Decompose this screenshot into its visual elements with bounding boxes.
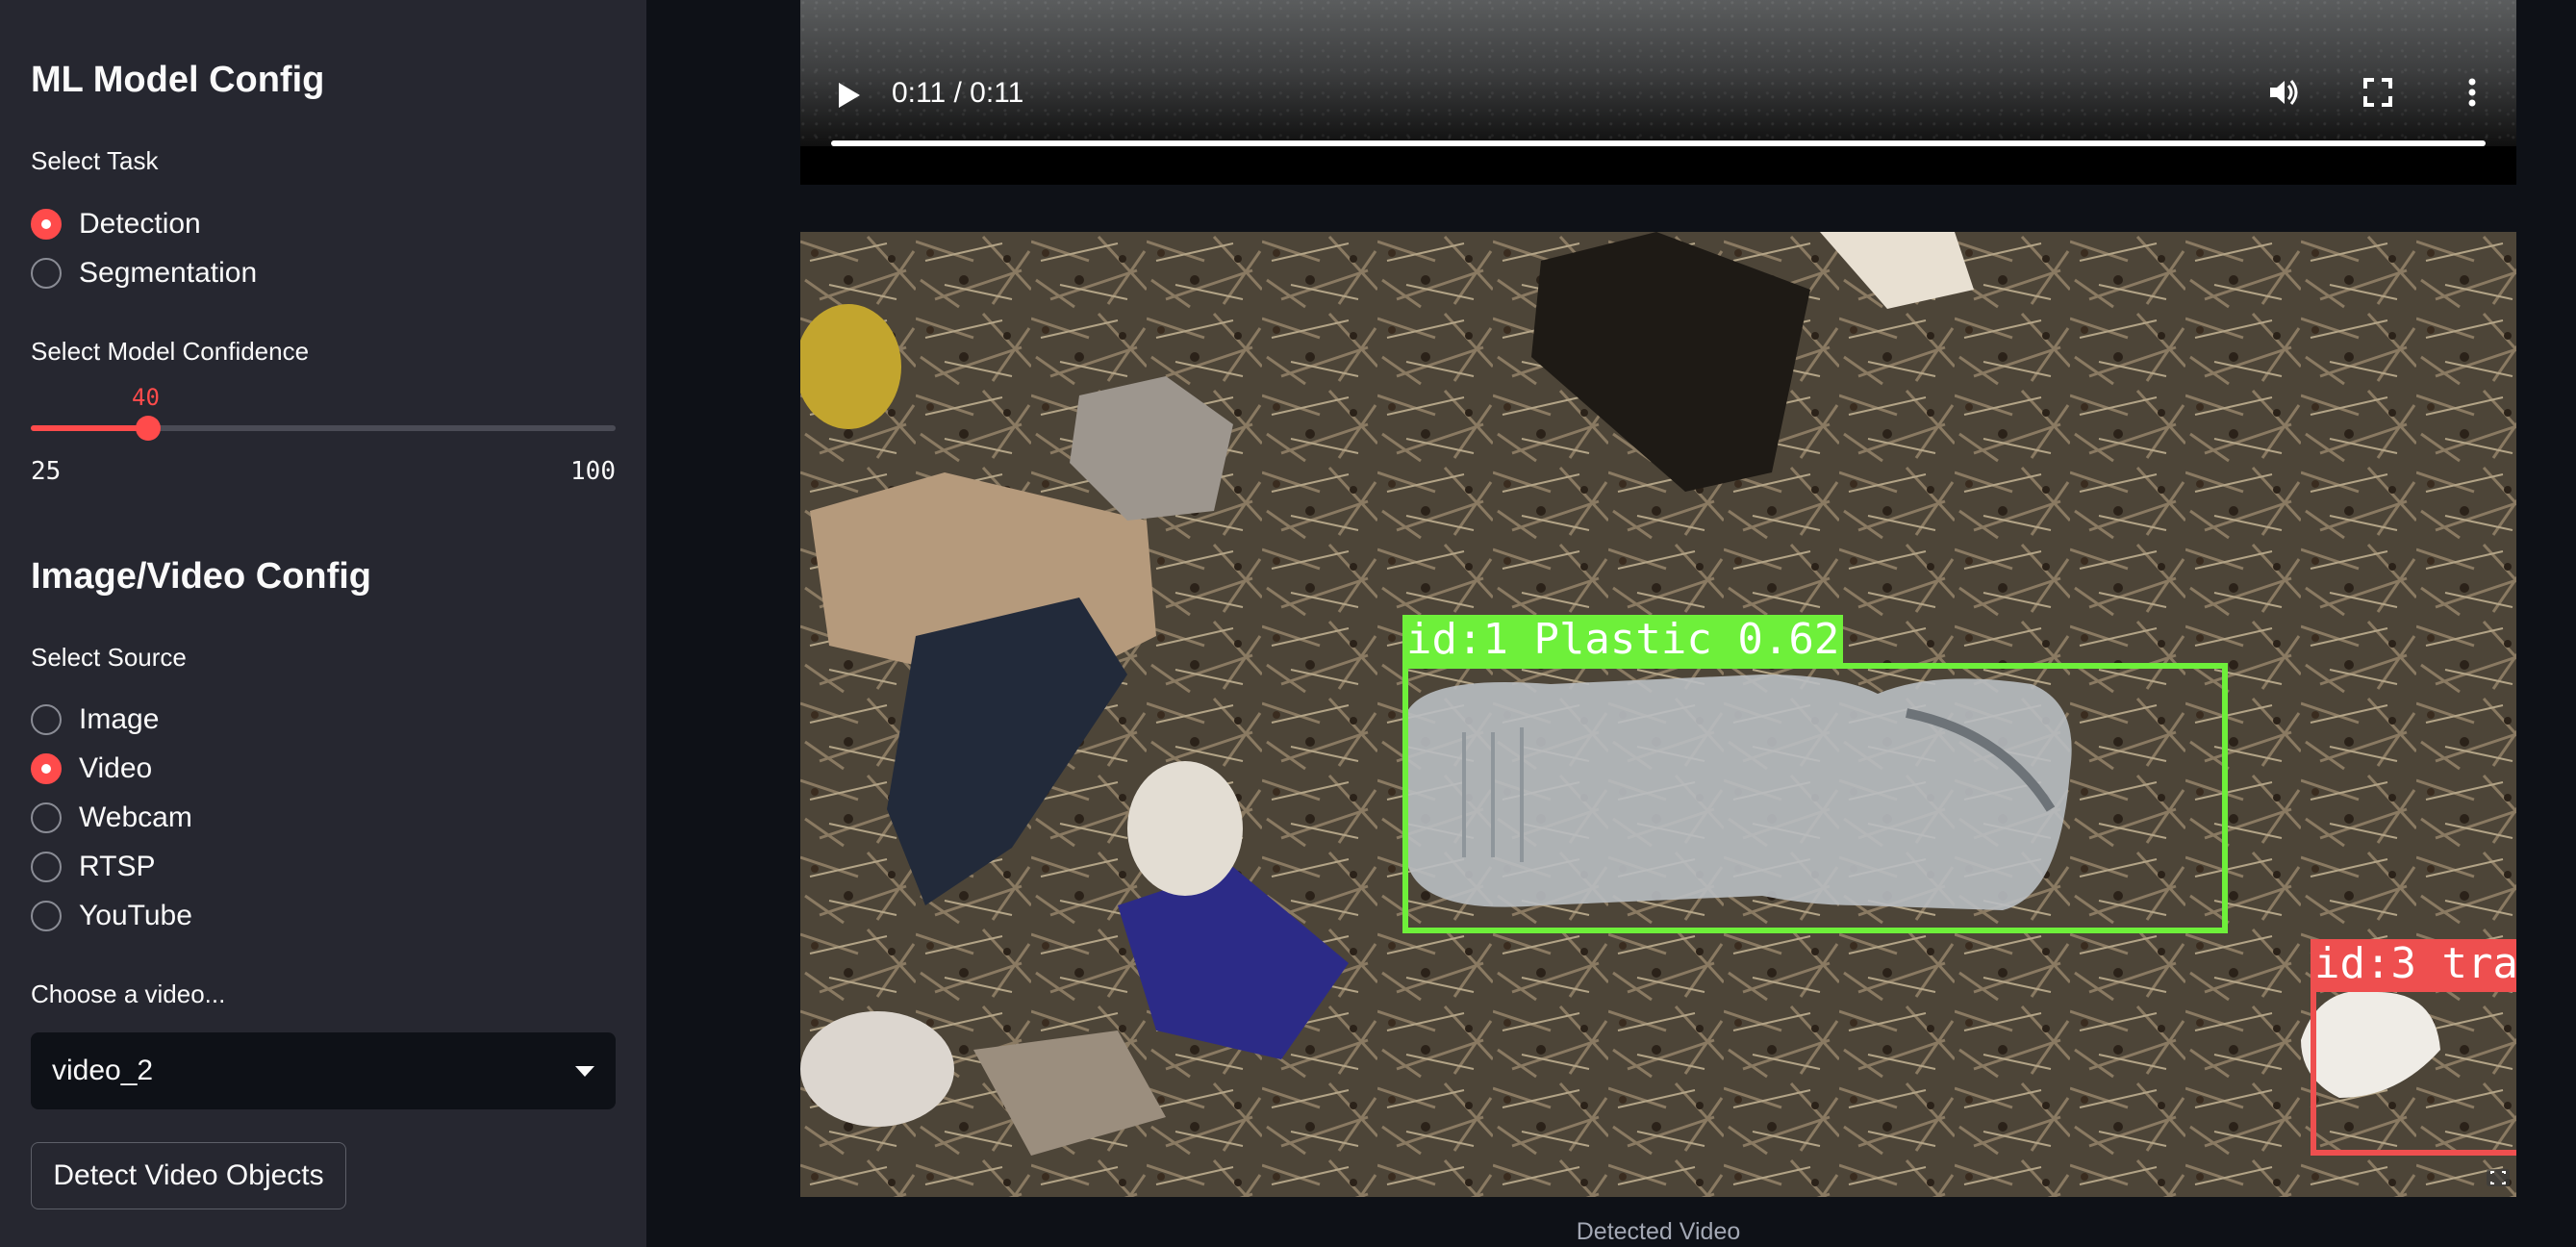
detection-label-plastic: id:1 Plastic 0.62: [1402, 615, 1844, 665]
video-controls: 0:11 / 0:11: [800, 60, 2516, 127]
source-option-label: Video: [79, 752, 153, 784]
detection-box-trash: [2311, 986, 2516, 1156]
source-radio-webcam[interactable]: Webcam: [31, 799, 192, 837]
chevron-down-icon[interactable]: [575, 1065, 594, 1077]
play-icon[interactable]: [837, 81, 862, 110]
confidence-slider[interactable]: [31, 416, 616, 441]
source-option-label: Image: [79, 703, 160, 735]
radio-unselected-icon[interactable]: [31, 802, 62, 833]
slider-min: 25: [31, 457, 62, 486]
radio-unselected-icon[interactable]: [31, 704, 62, 735]
video-player[interactable]: 0:11 / 0:11: [800, 0, 2516, 185]
radio-unselected-icon[interactable]: [31, 901, 62, 931]
task-option-label: Segmentation: [79, 257, 258, 289]
video-progress-bar[interactable]: [831, 140, 2486, 146]
source-radio-image[interactable]: Image: [31, 700, 159, 739]
slider-value: 40: [132, 384, 160, 411]
source-radio-rtsp[interactable]: RTSP: [31, 848, 155, 886]
source-config-heading: Image/Video Config: [31, 556, 372, 597]
detected-frame: id:1 Plastic 0.62 id:3 tras: [800, 232, 2516, 1197]
task-radio-segmentation[interactable]: Segmentation: [31, 254, 257, 293]
radio-selected-icon[interactable]: [31, 753, 62, 784]
detected-video-caption: Detected Video: [1576, 1218, 1741, 1245]
source-radio-youtube[interactable]: YouTube: [31, 897, 192, 935]
sidebar: ML Model Config Select Task Detection Se…: [0, 0, 646, 1247]
source-option-label: YouTube: [79, 900, 192, 931]
model-config-heading: ML Model Config: [31, 60, 325, 100]
volume-icon[interactable]: [2266, 75, 2301, 110]
more-options-icon[interactable]: [2455, 75, 2489, 110]
task-radio-detection[interactable]: Detection: [31, 205, 201, 243]
video-time: 0:11 / 0:11: [892, 77, 1024, 109]
detect-video-objects-button[interactable]: Detect Video Objects: [31, 1142, 346, 1209]
radio-unselected-icon[interactable]: [31, 258, 62, 289]
slider-thumb[interactable]: [136, 416, 161, 441]
source-radio-video[interactable]: Video: [31, 750, 152, 788]
detection-label-trash: id:3 tras: [2311, 939, 2516, 989]
slider-max: 100: [570, 457, 616, 486]
source-label: Select Source: [31, 643, 187, 672]
detection-box-plastic: [1402, 663, 2228, 933]
task-option-label: Detection: [79, 208, 201, 240]
video-select[interactable]: video_2: [31, 1032, 616, 1109]
video-select-label: Choose a video...: [31, 980, 226, 1008]
fullscreen-image-icon[interactable]: [2484, 1163, 2513, 1192]
radio-selected-icon[interactable]: [31, 209, 62, 240]
confidence-label: Select Model Confidence: [31, 337, 310, 366]
source-option-label: RTSP: [79, 851, 156, 882]
source-option-label: Webcam: [79, 802, 192, 833]
task-label: Select Task: [31, 146, 159, 175]
radio-unselected-icon[interactable]: [31, 852, 62, 882]
slider-fill: [31, 425, 148, 431]
fullscreen-icon[interactable]: [2361, 75, 2395, 110]
video-select-value: video_2: [52, 1055, 154, 1086]
